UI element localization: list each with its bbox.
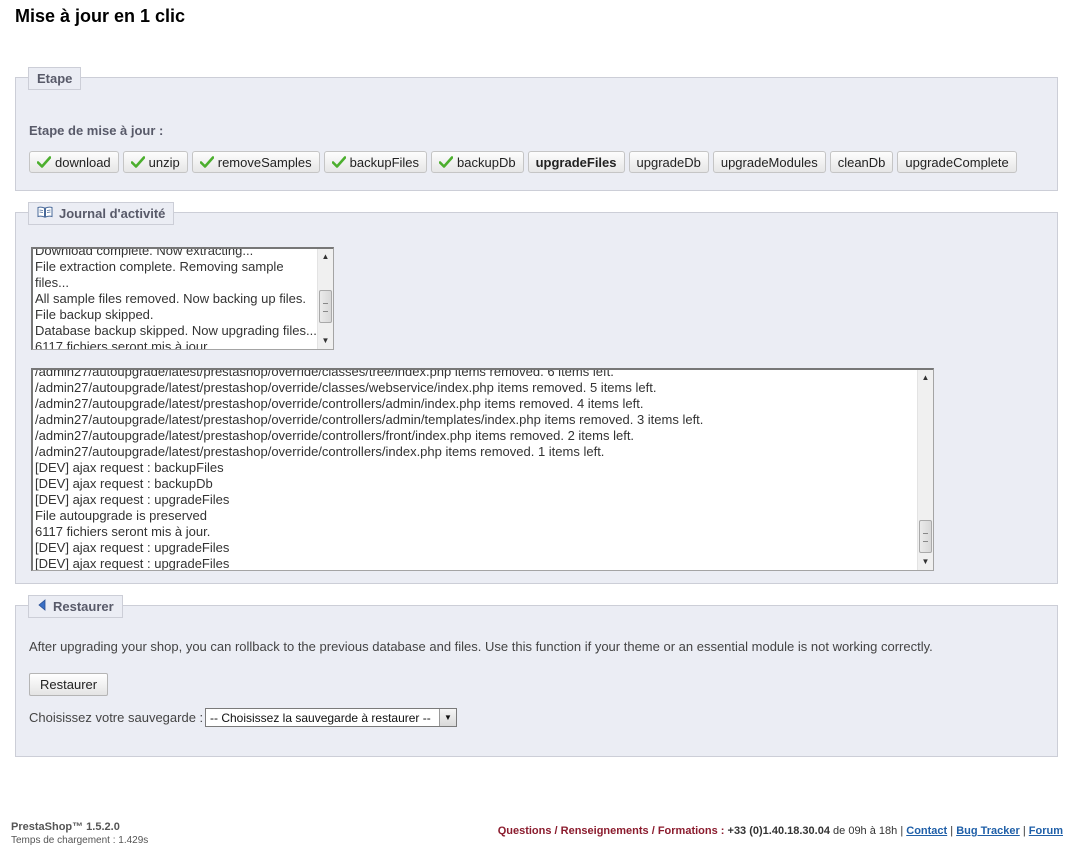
log-line: Download complete. Now extracting...: [35, 247, 254, 258]
restore-button[interactable]: Restaurer: [29, 673, 109, 696]
etape-panel: Etape Etape de mise à jour : download unz…: [15, 67, 1058, 191]
scroll-down-icon[interactable]: ▼: [918, 555, 933, 569]
scroll-thumb[interactable]: [319, 290, 332, 323]
footer-load-time: Temps de chargement : 1.429s: [11, 835, 149, 846]
step-removeSamples: removeSamples: [191, 151, 320, 173]
backup-select-label: Choisissez votre sauvegarde :: [29, 710, 204, 725]
log-line: [DEV] ajax request : backupFiles: [35, 460, 224, 475]
log-line: /admin27/autoupgrade/latest/prestashop/o…: [35, 380, 657, 395]
step-upgradeDb: upgradeDb: [628, 151, 709, 173]
footer-link-bug-tracker[interactable]: Bug Tracker: [956, 825, 1020, 837]
step-unzip: unzip: [122, 151, 188, 173]
log-line: File autoupgrade is preserved: [35, 508, 207, 523]
step-label: backupFiles: [349, 154, 420, 170]
check-icon: [199, 156, 215, 168]
step-label: cleanDb: [837, 154, 886, 170]
footer-phone: +33 (0)1.40.18.30.04: [727, 825, 830, 837]
step-upgradeFiles: upgradeFiles: [527, 151, 625, 173]
log-line: [DEV] ajax request : upgradeFiles: [35, 556, 230, 571]
chevron-down-icon[interactable]: ▼: [439, 709, 456, 726]
check-icon: [130, 156, 145, 168]
detail-log-scrollbar[interactable]: ▲ ▼: [917, 370, 933, 570]
footer-brand-block: PrestaShop™ 1.5.2.0 Temps de chargement …: [11, 820, 148, 848]
scroll-up-icon[interactable]: ▲: [318, 250, 333, 264]
journal-panel: Journal d'activité Download complete. No…: [15, 202, 1058, 584]
scroll-up-icon[interactable]: ▲: [918, 371, 933, 385]
check-icon: [36, 156, 52, 168]
footer-link-contact[interactable]: Contact: [906, 825, 947, 837]
summary-log-scrollbar[interactable]: ▲ ▼: [317, 249, 333, 349]
steps-list: download unzip removeSamples backupFiles bac…: [29, 151, 1017, 173]
step-label: backupDb: [457, 154, 516, 170]
step-label: upgradeDb: [636, 154, 701, 170]
step-backupFiles: backupFiles: [323, 151, 428, 173]
log-line: Database backup skipped. Now upgrading f…: [35, 323, 317, 338]
scroll-thumb[interactable]: [919, 520, 932, 553]
step-upgradeComplete: upgradeComplete: [897, 151, 1017, 173]
log-line: File backup skipped.: [35, 307, 154, 322]
step-label: download: [55, 154, 111, 170]
step-cleanDb: cleanDb: [829, 151, 894, 173]
log-line: File extraction complete. Removing sampl…: [35, 259, 284, 290]
restore-description: After upgrading your shop, you can rollb…: [29, 639, 933, 654]
footer-brand: PrestaShop™ 1.5.2.0: [11, 821, 120, 833]
log-line: [DEV] ajax request : backupDb: [35, 476, 213, 491]
log-line: /admin27/autoupgrade/latest/prestashop/o…: [35, 368, 614, 379]
scroll-down-icon[interactable]: ▼: [318, 334, 333, 348]
restore-legend-label: Restaurer: [53, 599, 114, 614]
journal-legend: Journal d'activité: [28, 202, 175, 225]
step-download: download: [29, 151, 119, 173]
page-title: Mise à jour en 1 clic: [15, 6, 186, 26]
step-upgradeModules: upgradeModules: [712, 151, 826, 173]
log-line: All sample files removed. Now backing up…: [35, 291, 306, 306]
footer-questions: Questions / Renseignements / Formations …: [497, 825, 725, 837]
log-line: /admin27/autoupgrade/latest/prestashop/o…: [35, 396, 644, 411]
backup-select-value: -- Choisissez la sauvegarde à restaurer …: [210, 710, 431, 725]
log-line: [DEV] ajax request : upgradeFiles: [35, 540, 230, 555]
log-line: /admin27/autoupgrade/latest/prestashop/o…: [35, 412, 704, 427]
restore-panel: Restaurer After upgrading your shop, you…: [15, 595, 1058, 757]
footer-link-forum[interactable]: Forum: [1029, 825, 1063, 837]
summary-log[interactable]: Download complete. Now extracting... File…: [31, 247, 334, 350]
detail-log-lines: /admin27/autoupgrade/latest/prestashop/o…: [33, 368, 933, 571]
step-label: upgradeComplete: [905, 154, 1009, 170]
footer-separator: |: [1022, 825, 1026, 837]
backup-select[interactable]: -- Choisissez la sauvegarde à restaurer …: [205, 708, 457, 727]
journal-legend-label: Journal d'activité: [59, 206, 166, 221]
footer-separator: |: [900, 825, 904, 837]
detail-log[interactable]: /admin27/autoupgrade/latest/prestashop/o…: [31, 368, 934, 571]
log-line: 6117 fichiers seront mis à jour.: [35, 339, 211, 350]
step-label: upgradeModules: [720, 154, 818, 170]
etape-legend: Etape: [28, 67, 82, 90]
log-line: [DEV] ajax request : upgradeFiles: [35, 492, 230, 507]
book-icon: [37, 206, 53, 221]
log-line: 6117 fichiers seront mis à jour.: [35, 524, 211, 539]
arrow-left-icon: [37, 599, 47, 614]
check-icon: [438, 156, 454, 168]
log-line: /admin27/autoupgrade/latest/prestashop/o…: [35, 444, 605, 459]
etape-legend-label: Etape: [37, 71, 73, 86]
step-label: removeSamples: [217, 154, 312, 170]
restore-legend: Restaurer: [28, 595, 123, 618]
log-line: /admin27/autoupgrade/latest/prestashop/o…: [35, 428, 635, 443]
footer-support: Questions / Renseignements / Formations …: [498, 825, 1063, 837]
footer-hours: de 09h à 18h: [833, 825, 898, 837]
step-label: unzip: [148, 154, 180, 170]
footer-separator: |: [950, 825, 954, 837]
step-label: upgradeFiles: [535, 154, 617, 170]
steps-label: Etape de mise à jour :: [29, 123, 164, 138]
check-icon: [331, 156, 346, 168]
summary-log-lines: Download complete. Now extracting... File…: [33, 247, 319, 350]
step-backupDb: backupDb: [431, 151, 524, 173]
